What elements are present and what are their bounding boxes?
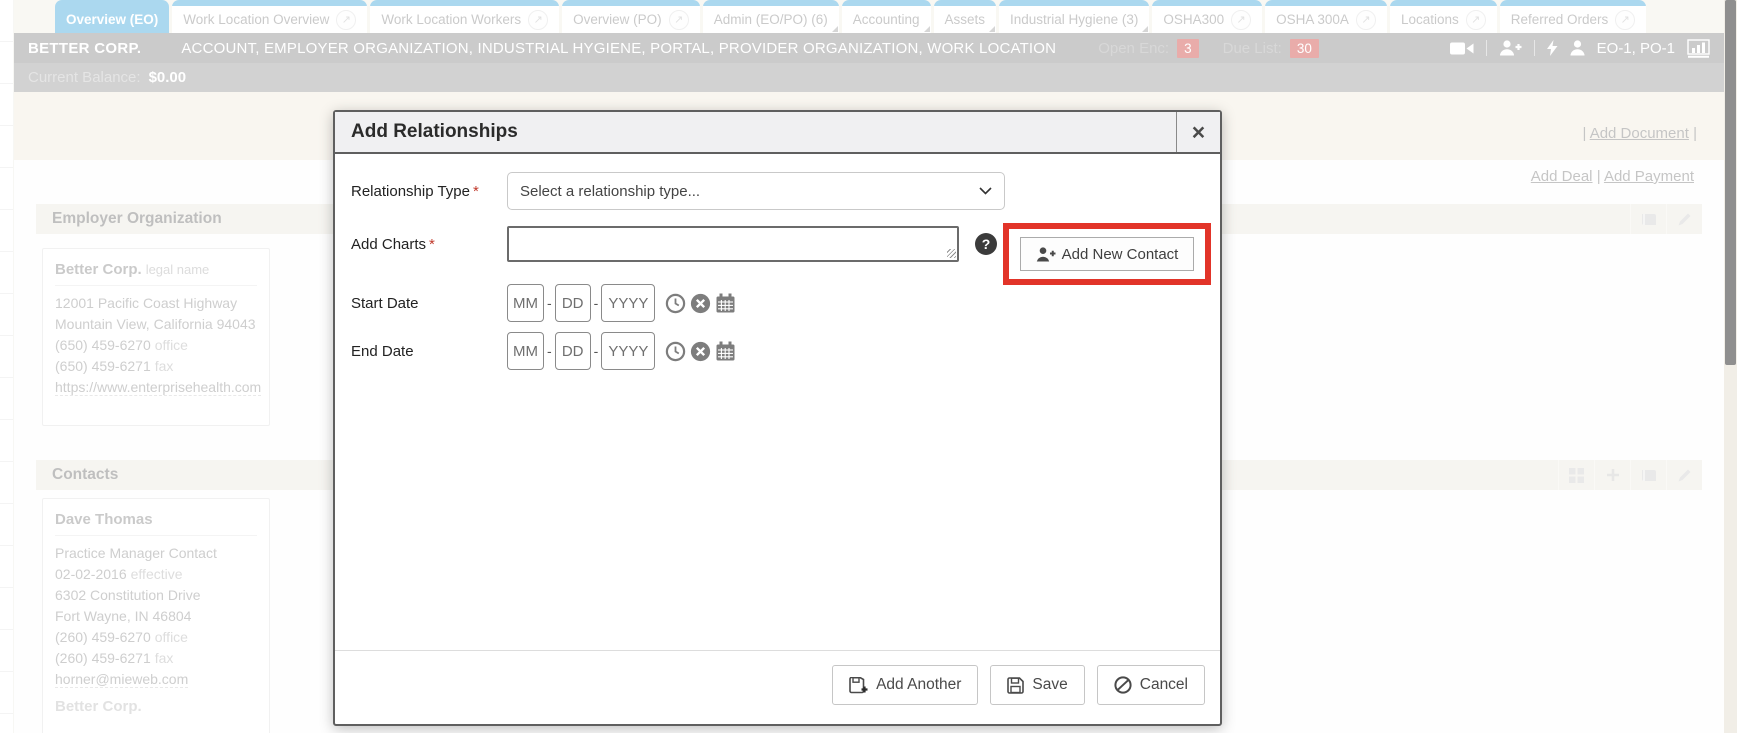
relationship-type-row: Relationship Type* Select a relationship… [335,172,1220,210]
add-person-icon [1036,247,1056,262]
select-placeholder: Select a relationship type... [520,183,700,200]
required-marker: * [429,236,435,253]
date-separator: - [594,295,599,311]
start-month-input[interactable] [507,284,544,322]
button-label: Add New Contact [1062,246,1179,263]
end-year-input[interactable] [601,332,655,370]
date-separator: - [547,295,552,311]
clear-date-icon[interactable] [690,293,711,314]
end-month-input[interactable] [507,332,544,370]
button-label: Save [1032,676,1067,694]
end-date-label: End Date [351,343,414,360]
start-day-input[interactable] [555,284,591,322]
relationship-type-label: Relationship Type* [351,183,479,200]
red-highlight-callout: Add New Contact [1003,223,1211,285]
modal-footer: Add Another Save Cancel [335,650,1220,705]
start-date-label: Start Date [351,295,419,312]
date-separator: - [594,343,599,359]
cancel-icon [1114,676,1132,694]
scrollbar-thumb[interactable] [1725,0,1736,365]
end-day-input[interactable] [555,332,591,370]
end-date-row: End Date - - [335,332,1220,370]
button-label: Cancel [1140,676,1188,694]
save-plus-icon [849,677,868,694]
add-relationships-modal: Add Relationships × Relationship Type* S… [333,110,1222,726]
chevron-down-icon [979,187,992,195]
button-label: Add Another [876,676,961,694]
close-icon[interactable]: × [1176,112,1220,152]
modal-title: Add Relationships [335,121,518,143]
save-button[interactable]: Save [990,665,1084,705]
add-new-contact-button[interactable]: Add New Contact [1020,237,1194,271]
required-marker: * [473,183,479,200]
calendar-icon[interactable] [715,293,736,314]
label-text: Add Charts [351,236,426,253]
start-year-input[interactable] [601,284,655,322]
clear-date-icon[interactable] [690,341,711,362]
time-clock-icon[interactable] [665,293,686,314]
time-clock-icon[interactable] [665,341,686,362]
relationship-type-select[interactable]: Select a relationship type... [507,172,1005,210]
add-charts-label: Add Charts* [351,236,435,253]
modal-header: Add Relationships × [335,112,1220,154]
vertical-scrollbar[interactable] [1724,0,1737,733]
start-date-row: Start Date - - [335,284,1220,322]
label-text: Relationship Type [351,183,470,200]
calendar-icon[interactable] [715,341,736,362]
add-another-button[interactable]: Add Another [832,665,978,705]
add-charts-input[interactable] [507,226,959,262]
date-separator: - [547,343,552,359]
cancel-button[interactable]: Cancel [1097,665,1205,705]
save-icon [1007,677,1024,694]
help-icon[interactable]: ? [975,233,997,255]
